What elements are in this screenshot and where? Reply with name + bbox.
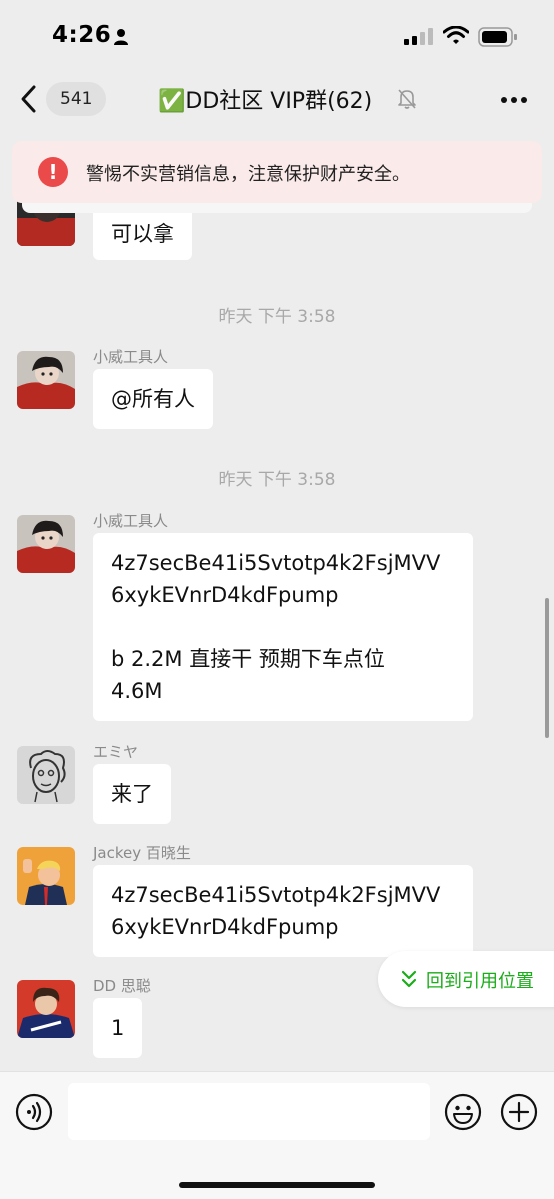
message-bubble[interactable]: 1 (93, 998, 143, 1058)
voice-input-icon[interactable] (15, 1093, 53, 1131)
message-bubble[interactable]: 可以拿 (93, 208, 192, 260)
sender-name: 小威工具人 (93, 348, 169, 366)
warning-text: 警惕不实营销信息，注意保护财产安全。 (86, 164, 410, 185)
person-icon (114, 29, 128, 45)
message-bubble[interactable]: 4z7secBe41i5Svtotp4k2FsjMVV 6xykEVnrD4kd… (93, 533, 473, 721)
battery-icon (478, 27, 517, 47)
anime-boy-red-avatar[interactable] (17, 351, 75, 409)
message-text: 可以拿 (111, 222, 174, 246)
double-chevron-down-icon (401, 970, 417, 988)
anime-boy-red-avatar[interactable] (17, 515, 75, 573)
sketch-face-avatar[interactable] (17, 746, 75, 804)
sender-name: DD 思聪 (93, 977, 151, 995)
jump-to-quote-button[interactable]: 回到引用位置 (378, 951, 554, 1007)
message-text: 来了 (111, 782, 153, 806)
message-bubble[interactable]: @所有人 (93, 369, 213, 429)
muted-bell-icon (398, 89, 416, 109)
plus-icon[interactable] (500, 1093, 538, 1131)
alert-icon: ! (38, 157, 68, 187)
message-text: 1 (111, 1016, 125, 1040)
cartoon-politician-avatar[interactable] (17, 847, 75, 905)
timestamp: 昨天 下午 3:58 (218, 470, 336, 490)
jump-to-quote-label: 回到引用位置 (426, 971, 534, 992)
unread-count-badge[interactable]: 541 (46, 82, 107, 116)
more-options-icon[interactable] (500, 96, 528, 104)
back-chevron-icon[interactable] (18, 84, 40, 114)
chat-header: 541 ✅DD社区 VIP群(62) (0, 70, 554, 130)
emoji-icon[interactable] (444, 1093, 482, 1131)
message-bubble[interactable]: 来了 (93, 764, 171, 824)
message-text: 6xykEVnrD4kdFpump (111, 915, 339, 939)
cellular-signal-icon (404, 28, 433, 45)
home-indicator[interactable] (179, 1182, 375, 1188)
message-text: 4z7secBe41i5Svtotp4k2FsjMVV (111, 551, 441, 575)
warning-banner[interactable]: ! 警惕不实营销信息，注意保护财产安全。 (12, 141, 542, 203)
message-text: 4z7secBe41i5Svtotp4k2FsjMVV (111, 883, 441, 907)
message-text: 6xykEVnrD4kdFpump (111, 583, 339, 607)
sender-name: エミヤ (93, 743, 139, 761)
wifi-icon (443, 26, 469, 44)
message-text: b 2.2M 直接干 预期下车点位 (111, 647, 385, 671)
timestamp: 昨天 下午 3:58 (218, 307, 336, 327)
scrollbar[interactable] (545, 598, 549, 738)
input-bar (0, 1071, 554, 1199)
message-text: @所有人 (111, 387, 195, 411)
sender-name: 小威工具人 (93, 512, 169, 530)
chat-title[interactable]: ✅DD社区 VIP群(62) (158, 83, 372, 115)
status-time: 4:26 (52, 22, 112, 48)
message-text: 4.6M (111, 679, 163, 703)
message-input[interactable] (68, 1083, 430, 1140)
sender-name: Jackey 百晓生 (93, 844, 191, 862)
message-bubble[interactable]: 4z7secBe41i5Svtotp4k2FsjMVV 6xykEVnrD4kd… (93, 865, 473, 957)
status-bar: 4:26 (0, 0, 554, 70)
anime-boy-blue-avatar[interactable] (17, 980, 75, 1038)
